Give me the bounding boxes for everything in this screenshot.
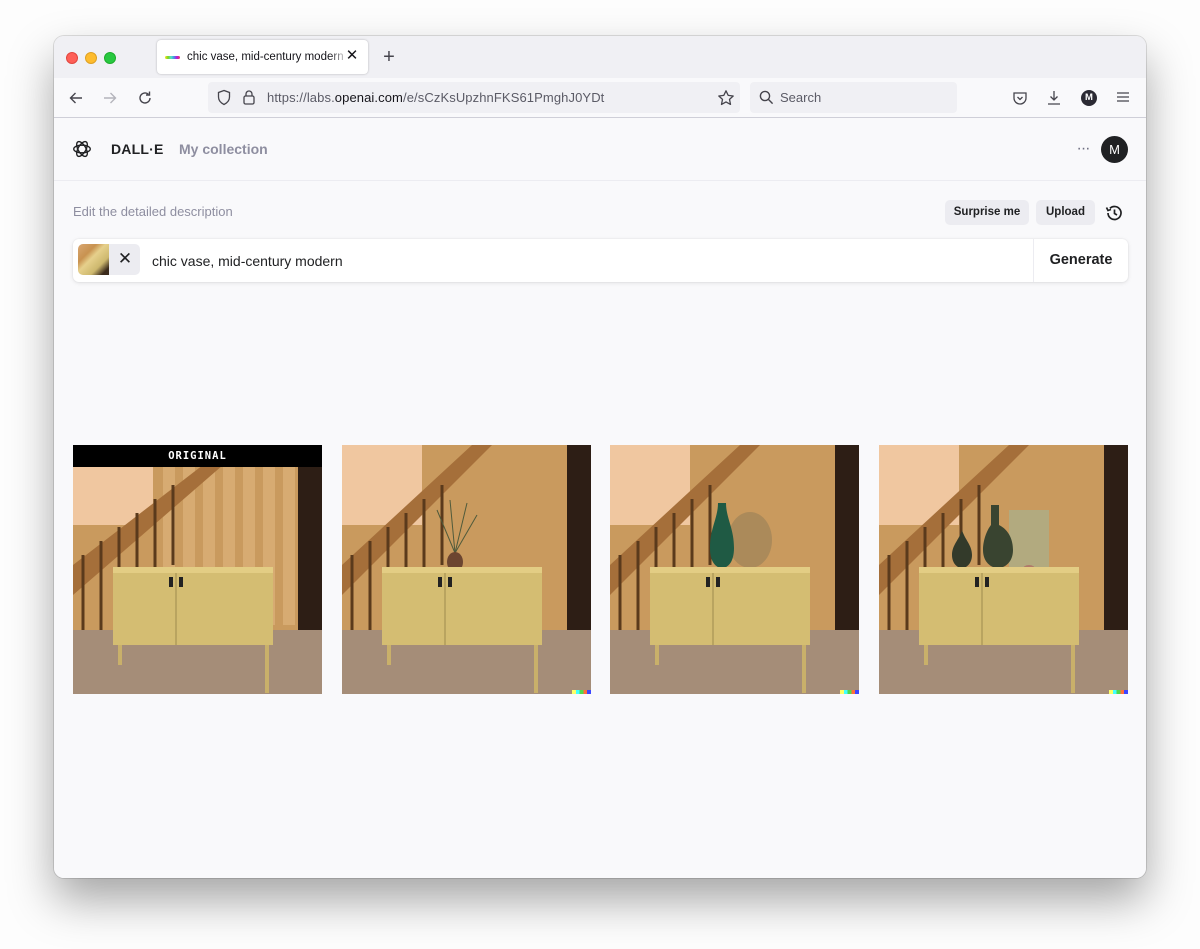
generate-button[interactable]: Generate (1033, 239, 1128, 282)
reload-button[interactable] (134, 87, 156, 109)
remove-image-icon[interactable]: ✕ (115, 248, 135, 270)
brand-title[interactable]: DALL·E (111, 141, 164, 157)
reload-icon (139, 91, 151, 104)
minimize-window-button[interactable] (85, 52, 97, 64)
close-window-button[interactable] (66, 52, 78, 64)
image-variation-2[interactable] (610, 445, 859, 694)
search-bar[interactable]: Search (750, 82, 957, 113)
shield-icon[interactable] (216, 89, 232, 106)
bookmark-star-icon[interactable] (717, 89, 735, 107)
room-scene-image (610, 445, 859, 694)
edit-description-label: Edit the detailed description (73, 204, 233, 219)
dalle-page: DALL·E My collection ··· M Edit the deta… (54, 118, 1146, 878)
url-host: openai.com (334, 90, 403, 105)
lock-icon[interactable] (242, 89, 256, 106)
image-original[interactable]: ORIGINAL (73, 445, 322, 694)
app-header: DALL·E My collection ··· M (54, 118, 1146, 181)
original-label: ORIGINAL (73, 445, 322, 467)
nav-my-collection[interactable]: My collection (179, 141, 268, 157)
image-variation-3[interactable] (879, 445, 1128, 694)
browser-tab[interactable]: chic vase, mid-century modern ✕ (157, 40, 368, 74)
room-scene-image (879, 445, 1128, 694)
maximize-window-button[interactable] (104, 52, 116, 64)
prompt-bar: ✕ Generate (73, 239, 1128, 282)
url-prefix: https://labs. (267, 90, 335, 105)
source-image-thumbnail (78, 244, 109, 275)
source-image-chip: ✕ (78, 244, 140, 275)
search-placeholder: Search (780, 90, 822, 105)
forward-button[interactable] (99, 87, 121, 109)
history-icon[interactable] (1104, 203, 1124, 223)
account-avatar[interactable]: M (1081, 90, 1097, 106)
back-button[interactable] (65, 87, 87, 109)
room-scene-image (342, 445, 591, 694)
dalle-watermark (1109, 690, 1128, 694)
address-bar[interactable]: https://labs.openai.com/e/sCzKsUpzhnFKS6… (208, 82, 740, 113)
surprise-me-button[interactable]: Surprise me (945, 200, 1029, 225)
menu-hamburger-icon[interactable] (1116, 90, 1130, 104)
image-results-grid: ORIGINAL (73, 445, 1128, 694)
desktop: chic vase, mid-century modern ✕ + https:… (0, 0, 1200, 949)
dalle-watermark (840, 690, 859, 694)
dalle-watermark (572, 690, 591, 694)
arrow-right-icon (104, 92, 117, 104)
user-avatar[interactable]: M (1101, 136, 1128, 163)
search-icon (759, 90, 774, 105)
image-variation-1[interactable] (342, 445, 591, 694)
pocket-icon[interactable] (1012, 90, 1028, 106)
tab-close-icon[interactable]: ✕ (344, 48, 360, 64)
navigation-bar: https://labs.openai.com/e/sCzKsUpzhnFKS6… (54, 78, 1146, 118)
more-options-icon[interactable]: ··· (1074, 138, 1092, 160)
browser-window: chic vase, mid-century modern ✕ + https:… (54, 36, 1146, 878)
tab-title: chic vase, mid-century modern (187, 51, 344, 63)
url-path: /e/sCzKsUpzhnFKS61PmghJ0YDt (403, 90, 605, 105)
dalle-favicon-icon (165, 55, 180, 59)
prompt-input[interactable] (152, 250, 1022, 272)
room-scene-image (73, 445, 322, 694)
tab-strip: chic vase, mid-century modern ✕ + (54, 36, 1146, 78)
openai-logo-icon[interactable] (71, 138, 93, 160)
download-icon[interactable] (1046, 89, 1062, 106)
arrow-left-icon (69, 92, 82, 104)
upload-button[interactable]: Upload (1036, 200, 1095, 225)
new-tab-button[interactable]: + (380, 47, 398, 67)
url-text[interactable]: https://labs.openai.com/e/sCzKsUpzhnFKS6… (267, 90, 604, 105)
